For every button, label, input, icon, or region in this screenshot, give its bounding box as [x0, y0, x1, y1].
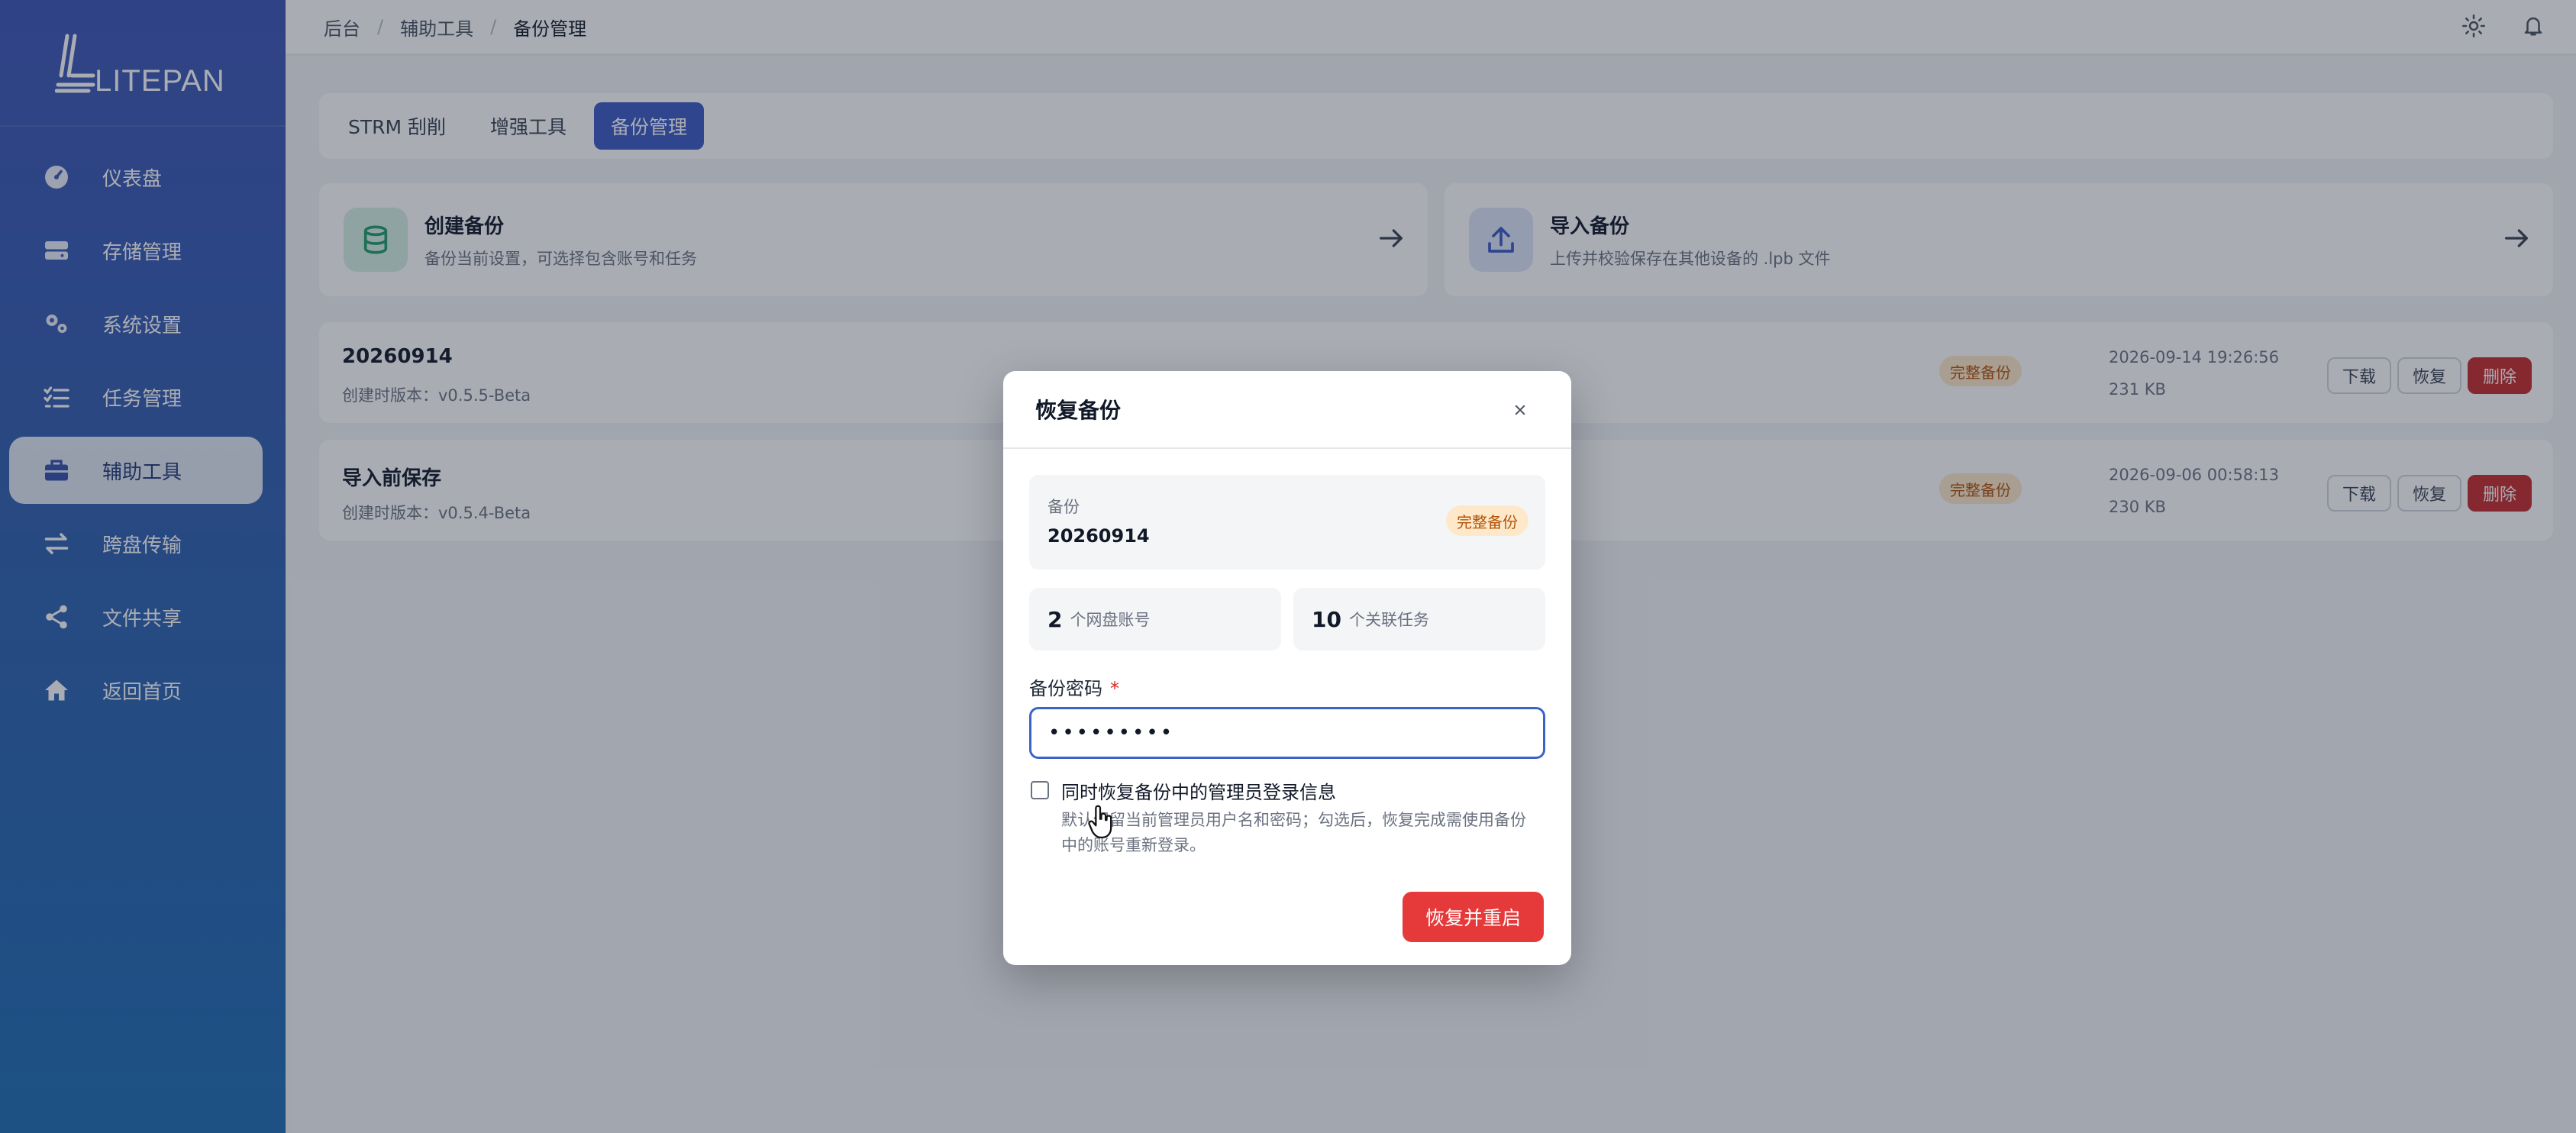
backup-info-panel: 备份 20260914 完整备份: [1029, 475, 1545, 570]
dialog-title: 恢复备份: [1035, 398, 1122, 423]
restore-and-restart-button[interactable]: 恢复并重启: [1402, 892, 1544, 942]
password-field[interactable]: •••••••••: [1029, 707, 1545, 759]
accounts-stat: 2 个网盘账号: [1029, 588, 1281, 650]
accounts-label: 个网盘账号: [1070, 611, 1151, 629]
hand-cursor-icon: [1088, 805, 1112, 838]
status-badge: 完整备份: [1446, 505, 1528, 536]
restore-backup-dialog: 恢复备份 备份 20260914 完整备份 2 个网盘账号 10 个关联任务 备…: [1003, 371, 1571, 965]
backup-label: 备份: [1048, 498, 1080, 516]
backup-name: 20260914: [1048, 525, 1150, 547]
restore-admin-checkbox[interactable]: [1031, 781, 1049, 799]
tasks-count: 10: [1312, 606, 1341, 632]
checkbox-label[interactable]: 同时恢复备份中的管理员登录信息: [1061, 777, 1336, 804]
required-mark: *: [1110, 678, 1119, 699]
tasks-label: 个关联任务: [1348, 611, 1429, 629]
checkbox-description: 默认保留当前管理员用户名和密码；勾选后，恢复完成需使用备份中的账号重新登录。: [1061, 811, 1526, 854]
tasks-stat: 10 个关联任务: [1293, 588, 1545, 650]
password-label: 备份密码 *: [1029, 673, 1119, 700]
dialog-header: 恢复备份: [1003, 371, 1571, 449]
password-label-text: 备份密码: [1029, 678, 1102, 699]
accounts-count: 2: [1048, 606, 1063, 632]
close-icon[interactable]: [1509, 399, 1532, 421]
